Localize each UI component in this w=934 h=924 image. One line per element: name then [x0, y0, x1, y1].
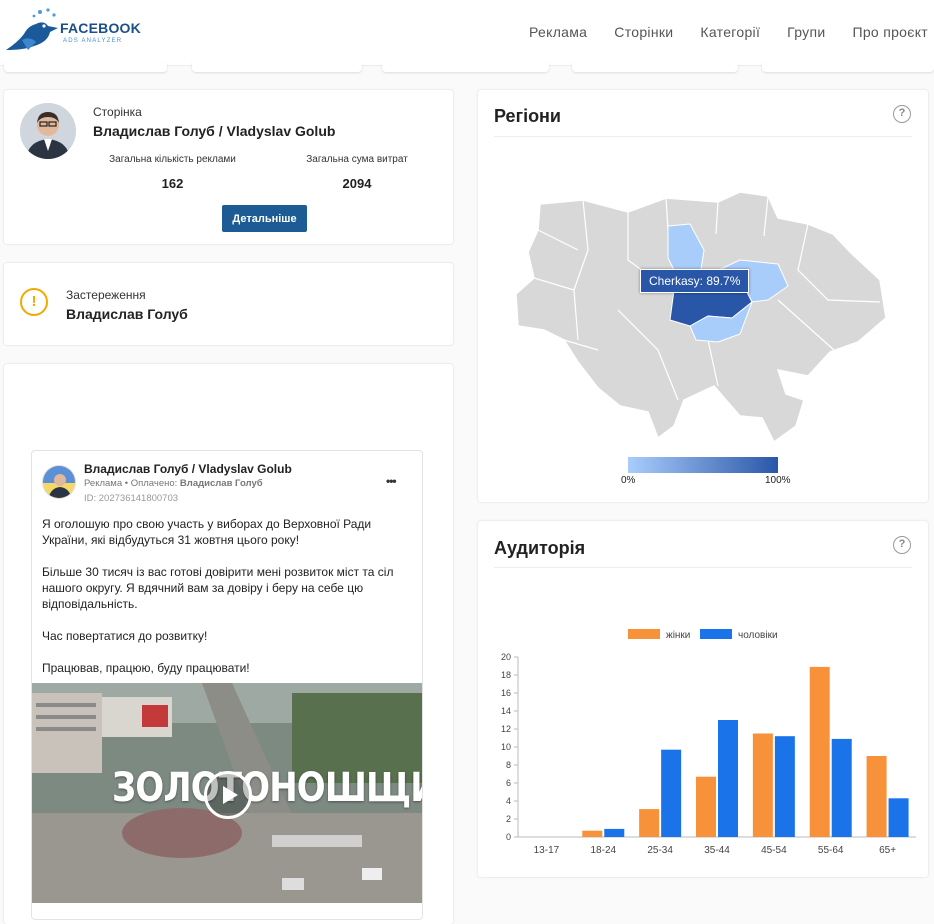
legend-swatch	[628, 629, 660, 639]
logo-subtitle: ADS ANALYZER	[63, 38, 123, 44]
warning-name: Владислав Голуб	[66, 306, 188, 322]
details-button[interactable]: Детальніше	[222, 205, 307, 232]
bar-men	[604, 828, 625, 837]
page-name[interactable]: Владислав Голуб / Vladyslav Golub	[93, 123, 335, 139]
x-tick-label: 55-64	[818, 845, 844, 856]
post-paragraph: Час повертатися до розвитку!	[42, 629, 208, 643]
bar-women	[866, 756, 887, 837]
divider	[494, 136, 912, 137]
y-tick-label: 8	[506, 760, 511, 770]
stat-card-stub	[382, 62, 549, 72]
logo-text: FACEBOOK	[60, 20, 141, 36]
stat-card-stub	[762, 62, 934, 72]
audience-bar-chart: жінки чоловіки 0 2 4 6 8 10 12 14 16 18 20 13-17 18-24…	[501, 629, 916, 856]
person-avatar-icon	[43, 466, 75, 498]
person-avatar-icon	[20, 103, 76, 159]
post-avatar[interactable]	[42, 465, 76, 499]
post-author[interactable]: Владислав Голуб / Vladyslav Golub	[84, 462, 292, 476]
x-tick-label: 18-24	[590, 845, 616, 856]
post-paid-by: Владислав Голуб	[179, 478, 263, 489]
bar-women	[582, 830, 603, 837]
legend-swatch	[700, 629, 732, 639]
legend-min-label: 0%	[621, 475, 636, 486]
video-title-overlay: ЗОЛОТОНОШЩИНА	[112, 765, 422, 811]
y-tick-label: 18	[501, 670, 511, 680]
main-nav: Реклама Сторінки Категорії Групи Про про…	[529, 24, 928, 40]
post-id: ID: 202736141800703	[84, 493, 179, 504]
post-paragraph: Я оголошую про свою участь у виборах до …	[42, 517, 372, 547]
audience-card: Аудиторія ? жінки чоловіки 0 2 4 6 8 10 12 14 16 18…	[478, 521, 928, 877]
y-tick-label: 2	[506, 814, 511, 824]
post-meta-separator: • Оплачено:	[122, 478, 180, 489]
total-spend-label: Загальна сума витрат	[306, 154, 408, 165]
total-ads-label: Загальна кількість реклами	[109, 154, 236, 165]
total-ads-value: 162	[161, 176, 184, 191]
total-spend-value: 2094	[342, 176, 372, 191]
x-tick-label: 65+	[879, 845, 896, 856]
legend-label: жінки	[666, 630, 690, 641]
help-icon[interactable]: ?	[893, 105, 911, 123]
ad-post: Владислав Голуб / Vladyslav Golub Реклам…	[31, 450, 423, 920]
more-options-icon[interactable]: •••	[386, 474, 397, 488]
nav-pages[interactable]: Сторінки	[614, 24, 673, 40]
regions-card: Регіони ? Cherkasy: 89.7% 0% 100%	[478, 90, 928, 502]
bar-women	[639, 809, 660, 837]
map-tooltip: Cherkasy: 89.7%	[640, 269, 750, 293]
facebook-ads-analyzer-logo[interactable]: FACEBOOK ADS ANALYZER	[4, 6, 141, 56]
y-tick-label: 14	[501, 706, 511, 716]
x-tick-label: 13-17	[534, 845, 560, 856]
x-tick-label: 45-54	[761, 845, 787, 856]
legend-max-label: 100%	[765, 475, 791, 486]
x-tick-label: 25-34	[647, 845, 673, 856]
nav-about[interactable]: Про проєкт	[852, 24, 928, 40]
bar-women	[752, 733, 773, 837]
top-header: FACEBOOK ADS ANALYZER Реклама Сторінки К…	[0, 0, 934, 66]
nav-groups[interactable]: Групи	[787, 24, 825, 40]
post-paragraph: Більше 30 тисяч із вас готові довірити м…	[42, 565, 394, 611]
y-tick-label: 10	[501, 742, 511, 752]
avatar[interactable]	[20, 103, 76, 159]
post-body: Я оголошую про свою участь у виборах до …	[42, 516, 412, 676]
bar-men	[774, 736, 795, 837]
play-button-icon[interactable]	[204, 771, 252, 819]
bar-women	[809, 666, 830, 837]
audience-title: Аудиторія	[494, 538, 586, 558]
y-tick-label: 16	[501, 688, 511, 698]
warning-label: Застереження	[66, 288, 146, 302]
bar-men	[888, 798, 909, 837]
nav-categories[interactable]: Категорії	[700, 24, 760, 40]
warning-card: ! Застереження Владислав Голуб	[4, 263, 453, 345]
ukraine-region-map[interactable]	[478, 190, 928, 460]
bar-men	[661, 749, 682, 837]
legend-label: чоловіки	[738, 630, 778, 641]
y-tick-label: 6	[506, 778, 511, 788]
regions-title: Регіони	[494, 106, 561, 126]
post-ad-label: Реклама	[84, 478, 123, 489]
stat-card-stub	[192, 62, 362, 72]
y-tick-label: 20	[501, 652, 511, 662]
bar-men	[718, 720, 738, 837]
x-tick-label: 35-44	[704, 845, 730, 856]
bar-women	[696, 776, 716, 837]
help-icon[interactable]: ?	[893, 536, 911, 554]
post-video[interactable]: ЗОЛОТОНОШЩИНА	[32, 683, 422, 903]
map-color-legend	[628, 457, 778, 473]
y-tick-label: 12	[501, 724, 511, 734]
bar-men	[831, 738, 852, 837]
post-paragraph: Працював, працюю, буду працювати!	[42, 661, 250, 675]
bird-logo-icon	[6, 8, 58, 50]
stat-card-stub	[572, 62, 738, 72]
y-tick-label: 0	[506, 832, 511, 842]
page-info-card: Сторінка Владислав Голуб / Vladyslav Gol…	[4, 90, 453, 244]
page-label: Сторінка	[93, 105, 142, 119]
y-tick-label: 4	[506, 796, 511, 806]
divider	[494, 567, 912, 568]
warning-icon: !	[20, 288, 48, 316]
post-meta: Реклама • Оплачено: Владислав Голуб	[84, 478, 263, 489]
stat-card-stub	[4, 62, 167, 72]
nav-ads[interactable]: Реклама	[529, 24, 587, 40]
